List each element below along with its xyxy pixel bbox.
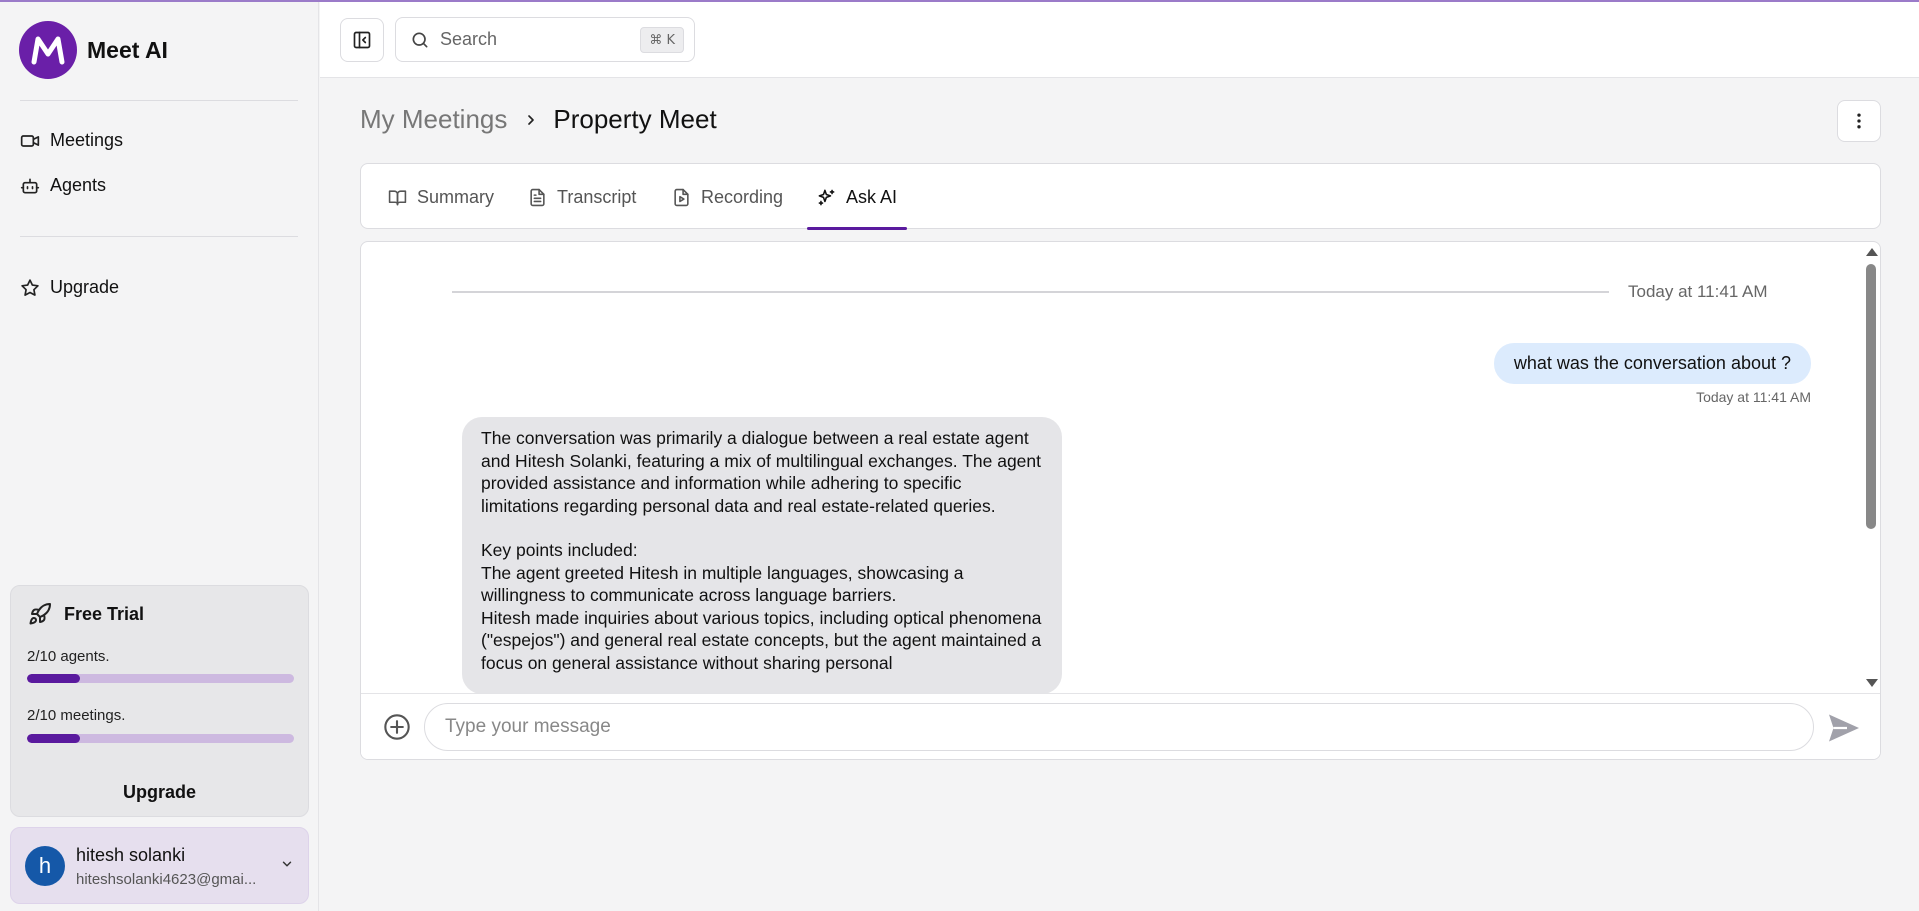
breadcrumb-my-meetings[interactable]: My Meetings bbox=[360, 104, 507, 135]
free-trial-header: Free Trial bbox=[28, 602, 144, 626]
sidebar-item-label: Meetings bbox=[50, 130, 124, 150]
video-icon bbox=[20, 134, 40, 147]
free-trial-card: Free Trial 2/10 agents. 2/10 meetings. U… bbox=[10, 585, 309, 817]
message-input[interactable] bbox=[424, 703, 1814, 751]
ai-message-intro: The conversation was primarily a dialogu… bbox=[481, 428, 1042, 516]
sidebar-divider bbox=[20, 236, 298, 237]
shortcut-badge: ⌘ K bbox=[640, 27, 684, 53]
breadcrumb: My Meetings Property Meet bbox=[360, 104, 717, 135]
free-trial-title: Free Trial bbox=[64, 603, 145, 624]
ai-point: Hitesh made inquiries about various topi… bbox=[481, 607, 1042, 673]
date-separator: Today at 11:41 AM bbox=[1628, 282, 1768, 301]
logo-icon bbox=[19, 21, 77, 79]
meetings-usage-fill bbox=[27, 734, 81, 743]
sidebar-item-label: Agents bbox=[50, 175, 107, 195]
scrollbar-thumb[interactable] bbox=[1866, 264, 1876, 529]
user-email: hiteshsolanki4623@gmai... bbox=[76, 871, 257, 888]
search-placeholder: Search bbox=[440, 29, 498, 49]
sidebar-item-meetings[interactable]: Meetings bbox=[20, 130, 123, 151]
rocket-icon bbox=[29, 602, 51, 625]
sidebar-item-label: Upgrade bbox=[50, 277, 120, 297]
page-title: Property Meet bbox=[553, 104, 717, 134]
brand[interactable]: Meet AI bbox=[19, 21, 168, 79]
tab-label: Summary bbox=[417, 186, 495, 207]
message-timestamp: Today at 11:41 AM bbox=[1696, 389, 1811, 405]
tab-ask-ai[interactable]: Ask AI bbox=[806, 164, 908, 230]
chat-panel: Today at 11:41 AM what was the conversat… bbox=[360, 241, 1881, 760]
sidebar: Meet AI Meetings Agents Upgrade Free Tri… bbox=[0, 0, 319, 911]
more-options-button[interactable] bbox=[1837, 100, 1881, 142]
app-name: Meet AI bbox=[87, 36, 168, 63]
agents-usage-label: 2/10 agents. bbox=[27, 648, 110, 665]
tab-transcript[interactable]: Transcript bbox=[528, 164, 636, 230]
chevron-down-icon bbox=[282, 861, 292, 867]
user-menu-button[interactable]: h hitesh solanki hiteshsolanki4623@gmai.… bbox=[10, 827, 309, 904]
ai-key-points-heading: Key points included: bbox=[481, 540, 638, 560]
tab-recording[interactable]: Recording bbox=[672, 164, 783, 230]
tab-label: Recording bbox=[701, 186, 784, 207]
shortcut-key: K bbox=[666, 32, 675, 48]
sidebar-divider bbox=[20, 100, 298, 101]
more-vertical-icon bbox=[1857, 113, 1861, 129]
attach-plus-icon[interactable] bbox=[383, 713, 411, 741]
search-icon bbox=[412, 32, 428, 48]
file-video-icon bbox=[674, 188, 689, 206]
scroll-down-arrow[interactable] bbox=[1866, 679, 1878, 687]
ai-message: The conversation was primarily a dialogu… bbox=[462, 417, 1062, 693]
send-icon[interactable] bbox=[1826, 710, 1862, 746]
bot-icon bbox=[20, 178, 40, 193]
file-text-icon bbox=[530, 188, 545, 206]
meetings-usage-label: 2/10 meetings. bbox=[27, 707, 126, 724]
date-separator-line bbox=[452, 291, 1609, 293]
sidebar-item-agents[interactable]: Agents bbox=[20, 175, 106, 196]
ai-point: The agent greeted Hitesh in multiple lan… bbox=[481, 562, 964, 606]
scrollbar[interactable] bbox=[1862, 242, 1880, 693]
trial-upgrade-button[interactable]: Upgrade bbox=[11, 782, 308, 803]
user-message: what was the conversation about ? bbox=[1493, 343, 1811, 384]
topbar: Search ⌘ K bbox=[320, 0, 1919, 78]
sidebar-item-upgrade[interactable]: Upgrade bbox=[20, 277, 119, 298]
tab-label: Transcript bbox=[557, 186, 637, 207]
agents-usage-fill bbox=[27, 674, 81, 683]
panel-left-icon bbox=[353, 31, 371, 49]
sidebar-toggle-button[interactable] bbox=[340, 18, 384, 62]
shortcut-symbol: ⌘ bbox=[649, 32, 663, 48]
agents-usage-bar bbox=[27, 674, 294, 683]
top-accent-line bbox=[0, 0, 1919, 2]
meetings-usage-bar bbox=[27, 734, 294, 743]
book-open-icon bbox=[388, 189, 407, 205]
search-button[interactable]: Search ⌘ K bbox=[395, 17, 695, 62]
sparkles-icon bbox=[818, 189, 835, 205]
chevron-right-icon bbox=[528, 114, 535, 125]
message-composer bbox=[361, 693, 1880, 759]
avatar: h bbox=[25, 846, 65, 886]
star-icon bbox=[21, 278, 39, 296]
user-name: hitesh solanki bbox=[76, 845, 186, 865]
scroll-up-arrow[interactable] bbox=[1866, 248, 1878, 256]
message-list[interactable]: Today at 11:41 AM what was the conversat… bbox=[361, 242, 1880, 693]
tab-summary[interactable]: Summary bbox=[388, 164, 494, 230]
meeting-tabs: Summary Transcript Recording Ask AI bbox=[360, 163, 1881, 230]
tab-label: Ask AI bbox=[846, 186, 898, 207]
